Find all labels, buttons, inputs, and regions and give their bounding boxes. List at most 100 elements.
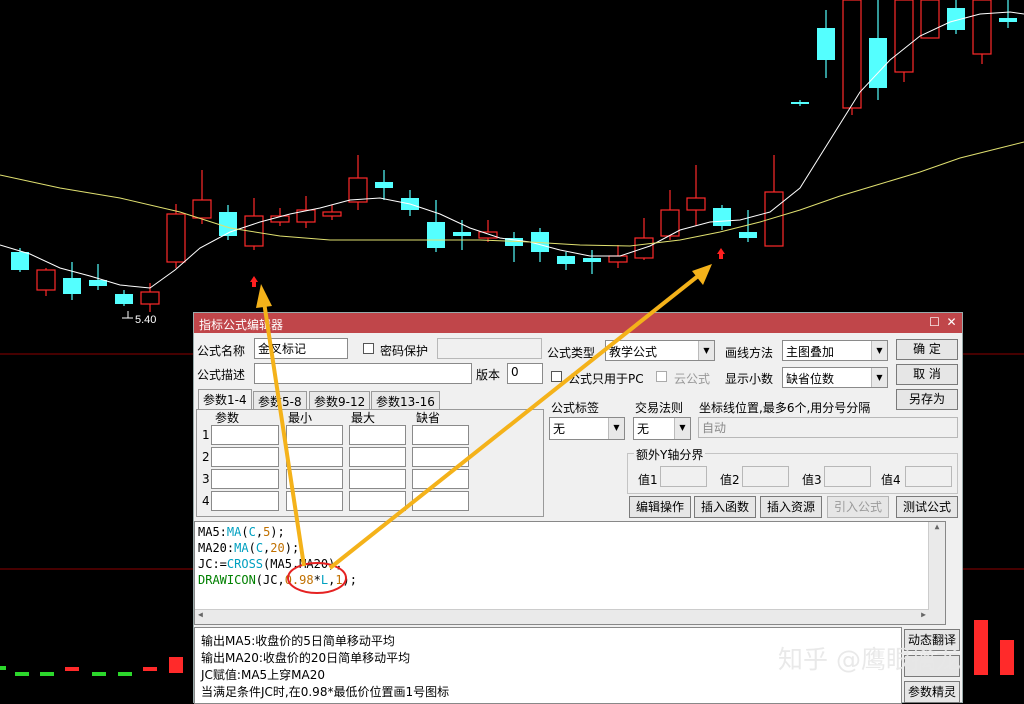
trade-rule-select[interactable]: 无 ▼ bbox=[633, 417, 691, 440]
param-header: 缺省 bbox=[416, 411, 441, 425]
volume-bar bbox=[143, 667, 157, 671]
decimals-value: 缺省位数 bbox=[786, 372, 835, 386]
val3-input[interactable] bbox=[824, 466, 871, 487]
edit-ops-button[interactable]: 编辑操作 bbox=[629, 496, 691, 518]
param-cell[interactable] bbox=[286, 447, 343, 467]
val4-label: 值4 bbox=[881, 473, 901, 487]
decimals-select[interactable]: 缺省位数 ▼ bbox=[782, 367, 888, 388]
desc-label: 公式描述 bbox=[197, 368, 246, 382]
param-cell[interactable] bbox=[211, 469, 279, 489]
vertical-scrollbar[interactable]: ▲ bbox=[928, 522, 945, 624]
code-token: ); bbox=[270, 525, 285, 539]
candle-body bbox=[713, 208, 731, 226]
candle-body bbox=[894, 0, 914, 73]
val2-label: 值2 bbox=[720, 473, 740, 487]
code-token: CROSS bbox=[226, 557, 264, 571]
trade-rule-label: 交易法则 bbox=[635, 401, 684, 415]
param-cell[interactable] bbox=[349, 469, 406, 489]
param-cell[interactable] bbox=[412, 447, 469, 467]
signal-icon bbox=[717, 248, 725, 259]
candle-body bbox=[166, 213, 186, 263]
code-token: C bbox=[248, 525, 256, 539]
tab-params-13-16[interactable]: 参数13-16 bbox=[371, 391, 440, 409]
formula-tag-value: 无 bbox=[553, 422, 566, 436]
type-label: 公式类型 bbox=[547, 346, 596, 360]
param-cell[interactable] bbox=[412, 425, 469, 445]
param-wizard-button[interactable]: 参数精灵 bbox=[904, 681, 960, 703]
candle-body bbox=[583, 258, 601, 262]
low-price-marker: 5.40 bbox=[122, 311, 156, 326]
cloud-checkbox[interactable] bbox=[656, 371, 667, 382]
volume-bar bbox=[169, 657, 183, 673]
param-cell[interactable] bbox=[211, 425, 279, 445]
cancel-button[interactable]: 取 消 bbox=[896, 364, 958, 385]
chevron-down-icon: ▼ bbox=[871, 368, 887, 387]
formula-tag-select[interactable]: 无 ▼ bbox=[549, 417, 625, 440]
param-cell[interactable] bbox=[349, 491, 406, 511]
formula-type-select[interactable]: 教学公式 ▼ bbox=[605, 340, 715, 361]
desc-line: 当满足条件JC时,在0.98*最低价位置画1号图标 bbox=[201, 685, 450, 699]
param-cell[interactable] bbox=[286, 425, 343, 445]
candle-body bbox=[192, 199, 212, 219]
param-cell[interactable] bbox=[412, 469, 469, 489]
insert-resource-button[interactable]: 插入资源 bbox=[760, 496, 822, 518]
param-cell[interactable] bbox=[349, 425, 406, 445]
draw-method-select[interactable]: 主图叠加 ▼ bbox=[782, 340, 888, 361]
import-formula-button[interactable]: 引入公式 bbox=[827, 496, 889, 518]
insert-function-button[interactable]: 插入函数 bbox=[694, 496, 756, 518]
title-bar: 指标公式编辑器 ☐ ✕ bbox=[194, 313, 962, 333]
pc-only-label: 公式只用于PC bbox=[568, 372, 644, 386]
password-input[interactable] bbox=[437, 338, 542, 359]
val1-input[interactable] bbox=[660, 466, 707, 487]
candle-body bbox=[11, 252, 29, 270]
code-token: MA20: bbox=[198, 541, 235, 555]
val2-input[interactable] bbox=[742, 466, 789, 487]
formula-name-input[interactable]: 金叉标记 bbox=[254, 338, 348, 359]
password-checkbox[interactable] bbox=[363, 343, 374, 354]
tab-params-9-12[interactable]: 参数9-12 bbox=[309, 391, 371, 409]
val4-input[interactable] bbox=[905, 466, 952, 487]
code-token: MA bbox=[234, 541, 249, 555]
code-editor[interactable]: MA5:MA(C,5); MA20:MA(C,20); JC:=CROSS(MA… bbox=[194, 521, 946, 625]
draw-method-value: 主图叠加 bbox=[786, 345, 835, 359]
tab-params-1-4[interactable]: 参数1-4 bbox=[198, 389, 252, 410]
scroll-up-icon: ▲ bbox=[934, 522, 940, 531]
code-token: JC:= bbox=[198, 557, 227, 571]
pc-only-checkbox[interactable] bbox=[551, 371, 562, 382]
formula-desc-input[interactable] bbox=[254, 363, 472, 384]
code-token: ( bbox=[248, 541, 256, 555]
save-as-button[interactable]: 另存为 bbox=[896, 389, 958, 410]
horizontal-scrollbar[interactable]: ◀ ▶ bbox=[195, 609, 929, 624]
code-token: 0.98 bbox=[284, 573, 314, 587]
version-input[interactable]: 0 bbox=[507, 363, 543, 384]
name-label: 公式名称 bbox=[197, 344, 246, 358]
candle-body bbox=[322, 211, 342, 217]
candle-body bbox=[686, 197, 706, 211]
candle-body bbox=[739, 232, 757, 238]
volume-bar bbox=[0, 666, 6, 670]
maximize-icon[interactable]: ☐ bbox=[927, 315, 942, 330]
test-formula-button[interactable]: 测试公式 bbox=[896, 496, 958, 518]
candle-body bbox=[869, 38, 887, 88]
candle-body bbox=[140, 291, 160, 305]
code-token: ); bbox=[284, 541, 300, 555]
cloud-label: 云公式 bbox=[674, 372, 711, 386]
candle-body bbox=[791, 102, 809, 104]
candle-body bbox=[920, 0, 940, 39]
axis-input[interactable]: 自动 bbox=[698, 417, 958, 438]
param-header: 参数 bbox=[215, 411, 240, 425]
volume-bar bbox=[15, 672, 29, 676]
candle-body bbox=[453, 232, 471, 236]
param-cell[interactable] bbox=[412, 491, 469, 511]
ok-button[interactable]: 确 定 bbox=[896, 339, 958, 360]
param-cell[interactable] bbox=[286, 491, 343, 511]
tab-params-5-8[interactable]: 参数5-8 bbox=[253, 391, 307, 409]
dialog-title: 指标公式编辑器 bbox=[199, 318, 284, 332]
scroll-right-icon: ▶ bbox=[921, 610, 926, 619]
candle-body bbox=[972, 0, 992, 55]
param-cell[interactable] bbox=[211, 447, 279, 467]
param-cell[interactable] bbox=[211, 491, 279, 511]
close-icon[interactable]: ✕ bbox=[944, 315, 959, 330]
param-cell[interactable] bbox=[286, 469, 343, 489]
param-cell[interactable] bbox=[349, 447, 406, 467]
